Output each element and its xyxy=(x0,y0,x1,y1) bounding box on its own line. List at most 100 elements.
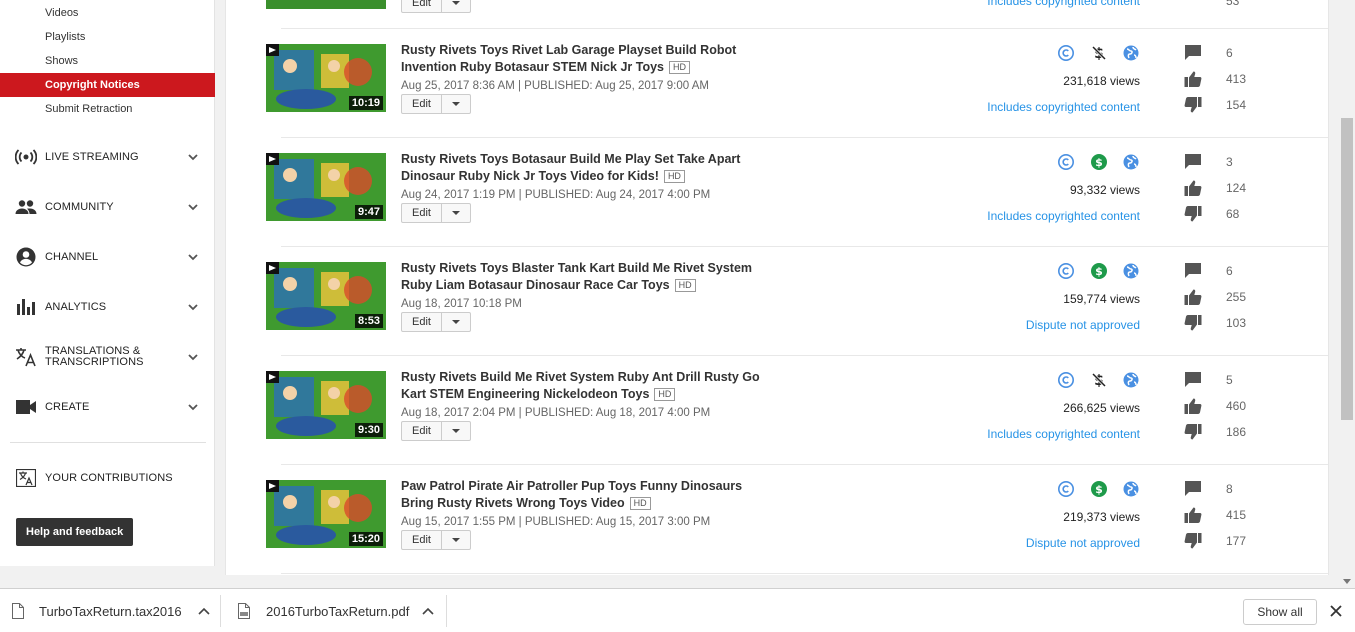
sidebar-section-translations[interactable]: TRANSLATIONS & TRANSCRIPTIONS xyxy=(0,342,215,372)
page-scrollbar[interactable] xyxy=(1339,0,1355,588)
monetized-icon[interactable]: $ xyxy=(1090,262,1108,280)
copyright-status-link[interactable]: Dispute not approved xyxy=(1026,318,1140,332)
edit-dropdown[interactable] xyxy=(442,313,470,331)
video-thumbnail[interactable] xyxy=(266,0,386,9)
edit-button[interactable]: Edit xyxy=(402,531,442,549)
help-and-feedback-button[interactable]: Help and feedback xyxy=(16,518,134,546)
video-title-line2[interactable]: Ruby Liam Botasaur Dinosaur Race Car Toy… xyxy=(401,278,670,292)
edit-dropdown[interactable] xyxy=(442,95,470,113)
comment-icon xyxy=(1184,44,1202,62)
copyright-icon[interactable] xyxy=(1057,153,1075,171)
copyright-status-link[interactable]: Includes copyrighted content xyxy=(987,0,1140,8)
video-title-line2[interactable]: Dinosaur Ruby Nick Jr Toys Video for Kid… xyxy=(401,169,659,183)
edit-button[interactable]: Edit xyxy=(402,95,442,113)
download-item[interactable]: TurboTaxReturn.tax2016 xyxy=(12,589,210,632)
not-monetized-icon[interactable]: $ xyxy=(1090,371,1108,389)
video-title-line1[interactable]: Rusty Rivets Toys Rivet Lab Garage Plays… xyxy=(401,43,736,57)
copyright-status-link[interactable]: Includes copyrighted content xyxy=(987,209,1140,223)
video-thumbnail[interactable]: 9:30 xyxy=(266,371,386,439)
video-title[interactable]: Rusty Rivets Toys Rivet Lab Garage Plays… xyxy=(401,42,761,76)
download-item[interactable]: 2016TurboTaxReturn.pdf xyxy=(238,589,434,632)
video-thumbnail[interactable]: 9:47 xyxy=(266,153,386,221)
public-globe-icon[interactable] xyxy=(1122,153,1140,171)
copyright-icon[interactable] xyxy=(1057,44,1075,62)
copyright-icon[interactable] xyxy=(1057,480,1075,498)
sidebar-item-videos[interactable]: Videos xyxy=(0,1,215,25)
scrollbar-thumb[interactable] xyxy=(1341,118,1353,420)
copyright-icon[interactable] xyxy=(1057,262,1075,280)
your-contributions-label: YOUR CONTRIBUTIONS xyxy=(45,471,173,484)
edit-dropdown[interactable] xyxy=(442,422,470,440)
monetized-icon[interactable]: $ xyxy=(1090,153,1108,171)
copyright-status-link[interactable]: Includes copyrighted content xyxy=(987,427,1140,441)
hd-badge: HD xyxy=(663,170,685,183)
scroll-down-arrow[interactable] xyxy=(1343,579,1351,584)
dislike-count: 68 xyxy=(1226,207,1240,221)
file-icon xyxy=(12,603,24,619)
copyright-status-link[interactable]: Dispute not approved xyxy=(1026,536,1140,550)
comments-stat[interactable]: 3 xyxy=(1184,153,1254,179)
thumbs-down-icon xyxy=(1184,205,1202,223)
edit-dropdown[interactable] xyxy=(442,0,470,12)
video-thumbnail[interactable]: 8:53 xyxy=(266,262,386,330)
create-video-icon xyxy=(15,396,37,418)
video-title[interactable]: Rusty Rivets Build Me Rivet System Ruby … xyxy=(401,369,761,403)
video-title-line1[interactable]: Rusty Rivets Build Me Rivet System Ruby … xyxy=(401,370,760,384)
sidebar-item-submit-retraction[interactable]: Submit Retraction xyxy=(0,97,215,121)
sidebar-section-create[interactable]: CREATE xyxy=(0,392,215,422)
copyright-status-link[interactable]: Includes copyrighted content xyxy=(987,100,1140,114)
comments-stat[interactable]: 6 xyxy=(1184,44,1254,70)
close-icon[interactable] xyxy=(1329,604,1343,618)
video-title-line1[interactable]: Rusty Rivets Toys Botasaur Build Me Play… xyxy=(401,152,740,166)
video-row: 9:47 Rusty Rivets Toys Botasaur Build Me… xyxy=(226,138,1328,247)
video-status-icons: $ xyxy=(1057,153,1140,171)
sidebar-section-community[interactable]: COMMUNITY xyxy=(0,192,215,222)
edit-button[interactable]: Edit xyxy=(402,313,442,331)
video-title-line2[interactable]: Bring Rusty Rivets Wrong Toys Video xyxy=(401,496,625,510)
video-title-line1[interactable]: Rusty Rivets Toys Blaster Tank Kart Buil… xyxy=(401,261,752,275)
sidebar-section-label: CREATE xyxy=(45,400,90,413)
sidebar-item-shows[interactable]: Shows xyxy=(0,49,215,73)
sidebar-section-analytics[interactable]: ANALYTICS xyxy=(0,292,215,322)
thumbs-up-icon xyxy=(1184,70,1202,88)
sidebar-item-copyright-notices[interactable]: Copyright Notices xyxy=(0,73,215,97)
public-globe-icon[interactable] xyxy=(1122,480,1140,498)
not-monetized-icon[interactable]: $ xyxy=(1090,44,1108,62)
public-globe-icon[interactable] xyxy=(1122,262,1140,280)
video-title[interactable]: Rusty Rivets Toys Botasaur Build Me Play… xyxy=(401,151,761,185)
video-title[interactable]: Paw Patrol Pirate Air Patroller Pup Toys… xyxy=(401,478,761,512)
engagement-stats: 5 460 186 xyxy=(1184,371,1254,449)
edit-button[interactable]: Edit xyxy=(402,0,442,12)
show-all-downloads-button[interactable]: Show all xyxy=(1243,599,1317,625)
comments-stat[interactable]: 6 xyxy=(1184,262,1254,288)
video-title-line1[interactable]: Paw Patrol Pirate Air Patroller Pup Toys… xyxy=(401,479,742,493)
public-globe-icon[interactable] xyxy=(1122,371,1140,389)
video-thumbnail[interactable]: 15:20 xyxy=(266,480,386,548)
chevron-up-icon[interactable] xyxy=(198,607,210,615)
edit-dropdown[interactable] xyxy=(442,531,470,549)
like-count: 460 xyxy=(1226,399,1247,413)
sidebar-item-playlists[interactable]: Playlists xyxy=(0,25,215,49)
comments-stat[interactable]: 5 xyxy=(1184,371,1254,397)
video-title-line2[interactable]: Invention Ruby Botasaur STEM Nick Jr Toy… xyxy=(401,60,664,74)
video-thumbnail[interactable]: 10:19 xyxy=(266,44,386,112)
community-icon xyxy=(15,196,37,218)
sidebar-your-contributions[interactable]: YOUR CONTRIBUTIONS xyxy=(0,463,215,493)
edit-dropdown[interactable] xyxy=(442,204,470,222)
chevron-up-icon[interactable] xyxy=(422,607,434,615)
sidebar-section-channel[interactable]: CHANNEL xyxy=(0,242,215,272)
sidebar-section-live-streaming[interactable]: LIVE STREAMING xyxy=(0,142,215,172)
public-globe-icon[interactable] xyxy=(1122,44,1140,62)
dislike-count: 103 xyxy=(1226,316,1247,330)
sidebar: Videos Playlists Shows Copyright Notices… xyxy=(0,0,215,566)
video-row: 10:19 Rusty Rivets Toys Rivet Lab Garage… xyxy=(226,29,1328,138)
video-title-line2[interactable]: Kart STEM Engineering Nickelodeon Toys xyxy=(401,387,649,401)
edit-button[interactable]: Edit xyxy=(402,422,442,440)
copyright-icon[interactable] xyxy=(1057,371,1075,389)
monetized-icon[interactable]: $ xyxy=(1090,480,1108,498)
video-title[interactable]: Rusty Rivets Toys Blaster Tank Kart Buil… xyxy=(401,260,761,294)
comment-icon xyxy=(1184,480,1202,498)
edit-button[interactable]: Edit xyxy=(402,204,442,222)
comments-stat[interactable]: 8 xyxy=(1184,480,1254,506)
dislike-count: 177 xyxy=(1226,534,1247,548)
